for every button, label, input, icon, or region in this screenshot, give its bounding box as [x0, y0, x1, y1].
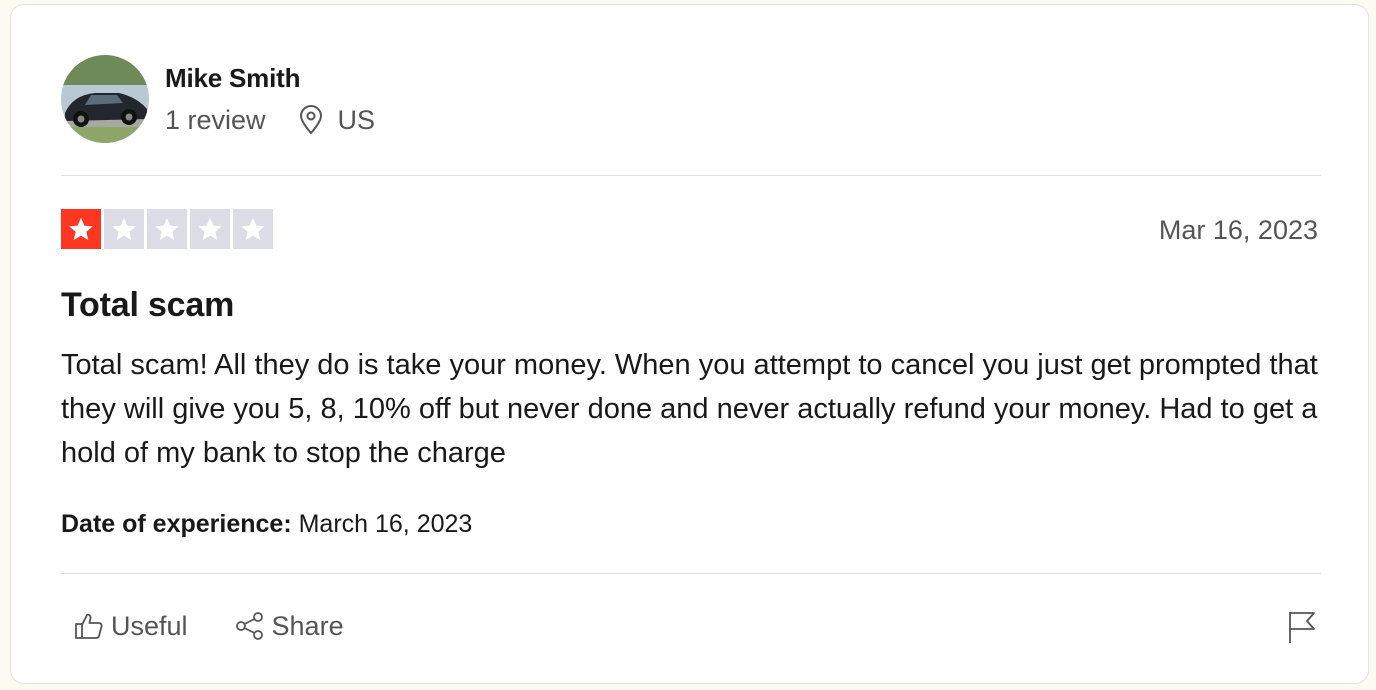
flag-icon — [1289, 612, 1315, 643]
share-icon — [234, 610, 266, 642]
report-button[interactable] — [1286, 609, 1318, 645]
useful-button[interactable]: Useful — [73, 609, 188, 643]
divider — [61, 175, 1321, 176]
location-pin-icon — [298, 105, 324, 135]
star-rating — [61, 209, 273, 249]
star-icon — [61, 209, 101, 249]
avatar-image — [61, 55, 149, 143]
reviewer-name[interactable]: Mike Smith — [165, 61, 375, 95]
star-icon — [147, 209, 187, 249]
review-card: Mike Smith 1 review US Mar 16, 2023 Tota… — [10, 4, 1369, 684]
star-icon — [104, 209, 144, 249]
experience-label: Date of experience: — [61, 510, 292, 538]
review-title[interactable]: Total scam — [61, 283, 234, 327]
star-icon — [190, 209, 230, 249]
thumbs-up-icon — [73, 610, 105, 642]
reviewer-country: US — [337, 105, 376, 135]
date-of-experience: Date of experience: March 16, 2023 — [61, 507, 472, 541]
star-icon — [233, 209, 273, 249]
review-date: Mar 16, 2023 — [1158, 215, 1318, 245]
share-button[interactable]: Share — [234, 609, 344, 643]
review-count: 1 review — [165, 105, 266, 135]
share-label: Share — [271, 611, 344, 641]
consumer-meta: 1 review US — [165, 103, 375, 137]
review-body: Total scam! All they do is take your mon… — [61, 349, 1318, 469]
experience-date: March 16, 2023 — [298, 510, 473, 538]
review-actions: Useful Share — [73, 609, 344, 643]
avatar[interactable] — [61, 55, 149, 143]
review-header: Mike Smith 1 review US — [61, 55, 375, 143]
consumer-info: Mike Smith 1 review US — [165, 61, 375, 137]
divider — [61, 573, 1321, 574]
useful-label: Useful — [111, 611, 188, 641]
